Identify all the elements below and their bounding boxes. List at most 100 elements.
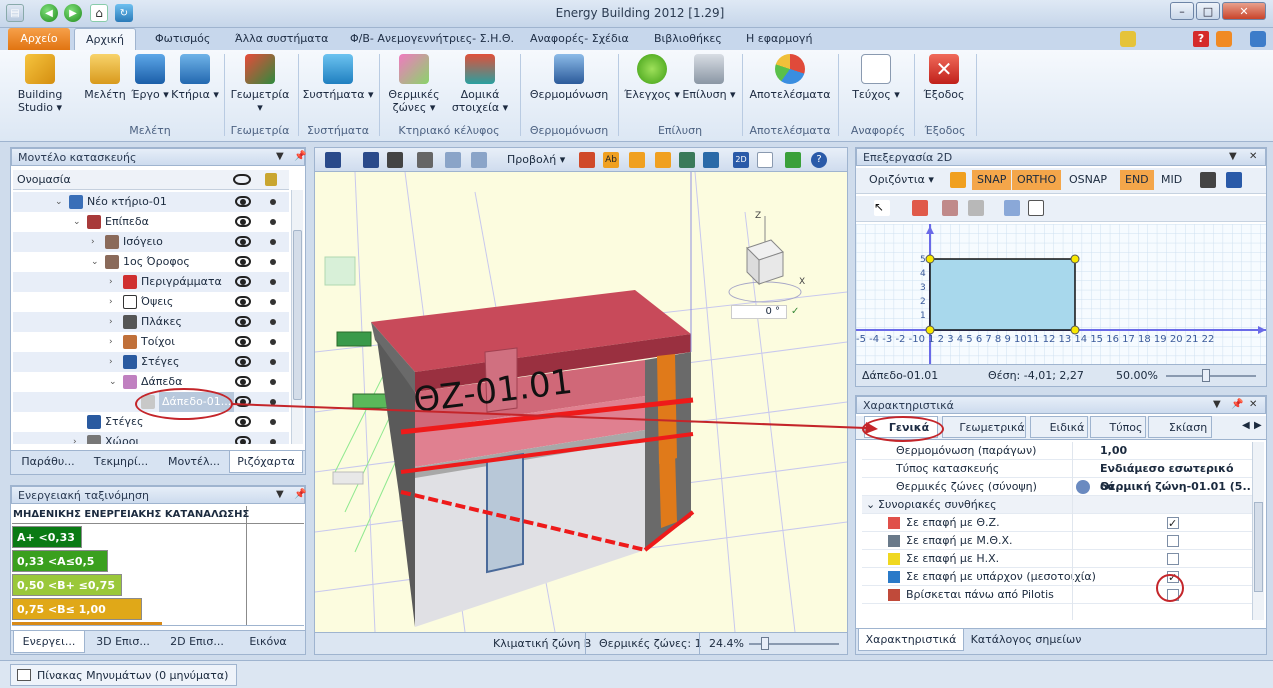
tools-icon[interactable] <box>1120 31 1136 47</box>
tree-row[interactable]: › Ισόγειο <box>13 232 289 252</box>
grid-snap-icon[interactable] <box>950 172 966 188</box>
pin-icon[interactable]: 📌 <box>294 151 306 162</box>
grid-tool-icon[interactable] <box>1028 200 1044 216</box>
eye-icon[interactable] <box>235 336 251 347</box>
save-icon[interactable] <box>325 152 341 168</box>
checkbox-contact-mthx[interactable] <box>1167 535 1179 547</box>
end-button[interactable]: END <box>1120 170 1154 190</box>
tree-row[interactable]: › Πλάκες <box>13 312 289 332</box>
eye-icon[interactable] <box>235 396 251 407</box>
dropdown-icon[interactable]: ▼ <box>1213 399 1221 410</box>
report-button[interactable]: Τεύχος ▾ <box>846 54 906 101</box>
tab-file[interactable]: Αρχείο <box>8 28 70 50</box>
ortho-button[interactable]: ORTHO <box>1012 170 1062 190</box>
checkbox-contact-tz[interactable] <box>1167 515 1179 533</box>
ktiria-button[interactable]: Κτήρια ▾ <box>170 54 220 101</box>
confirm-angle-icon[interactable]: ✓ <box>791 306 799 317</box>
eye-icon[interactable] <box>235 436 251 444</box>
property-row[interactable]: Θερμομόνωση (παράγων) 1,00 <box>862 442 1258 460</box>
eye-icon[interactable] <box>235 236 251 247</box>
tree-row[interactable]: ⌄ Δάπεδα <box>13 372 289 392</box>
layers-toggle-icon[interactable] <box>579 152 595 168</box>
tab-2d-view[interactable]: 2D Επισ... <box>161 631 233 653</box>
labels-icon[interactable]: Ab <box>603 152 619 168</box>
property-row[interactable]: Τύπος κατασκευής Ενδιάμεσο εσωτερικό δά..… <box>862 460 1258 493</box>
property-row[interactable]: Σε επαφή με Μ.Θ.Χ. <box>862 532 1258 550</box>
zoom-slider-thumb[interactable] <box>761 637 769 650</box>
camera-icon[interactable] <box>387 152 403 168</box>
tab-image[interactable]: Εικόνα <box>233 631 303 653</box>
checkbox-contact-hx[interactable] <box>1167 553 1179 565</box>
tab-pv[interactable]: Φ/Β- Ανεμογεννήτριες- Σ.Η.Θ. <box>340 28 524 50</box>
floor-polygon[interactable] <box>929 258 1076 331</box>
close-panel-icon[interactable]: ✕ <box>1249 151 1257 162</box>
tab-tracing-paper[interactable]: Ριζόχαρτα <box>229 451 303 473</box>
tree-row[interactable]: › Χώροι <box>13 432 289 444</box>
forward-icon[interactable]: ▶ <box>64 4 82 22</box>
property-row[interactable]: Σε επαφή με Θ.Ζ. <box>862 514 1258 533</box>
info-icon[interactable] <box>1250 31 1266 47</box>
section-icon[interactable] <box>703 152 719 168</box>
ruler-icon[interactable] <box>1226 172 1242 188</box>
exit-button[interactable]: ✕ Έξοδος <box>918 54 970 101</box>
node-edit-icon[interactable] <box>912 200 928 216</box>
app-menu-icon[interactable]: ▤ <box>6 4 24 22</box>
close-button[interactable]: ✕ <box>1222 2 1266 20</box>
tab-special[interactable]: Ειδικά <box>1030 416 1088 438</box>
refresh-icon[interactable]: ↻ <box>115 4 133 22</box>
close-panel-icon[interactable]: ✕ <box>1249 399 1257 410</box>
property-row[interactable]: Θερμικές ζώνες (σύνοψη) Θερμική ζώνη-01.0… <box>862 478 1258 496</box>
vertex[interactable] <box>925 325 935 335</box>
tab-documents[interactable]: Τεκμηρί... <box>83 451 159 473</box>
undo-icon[interactable] <box>445 152 461 168</box>
user-icon[interactable] <box>1076 480 1090 494</box>
results-button[interactable]: Αποτελέσματα <box>748 54 832 101</box>
tab-libraries[interactable]: Βιβλιοθήκες <box>644 28 732 50</box>
tab-application[interactable]: Η εφαρμογή <box>736 28 822 50</box>
save-as-icon[interactable] <box>363 152 379 168</box>
rss-icon[interactable] <box>1216 31 1232 47</box>
dropdown-icon[interactable]: ▼ <box>1229 151 1237 162</box>
mode-dropdown[interactable]: Οριζόντια ▾ <box>864 170 939 190</box>
check-button[interactable]: Έλεγχος ▾ <box>624 54 680 101</box>
eye-icon[interactable] <box>235 356 251 367</box>
tab-geometric[interactable]: Γεωμετρικά <box>942 416 1026 438</box>
tab-reports[interactable]: Αναφορές- Σχέδια <box>520 28 639 50</box>
tab-point-list[interactable]: Κατάλογος σημείων <box>966 629 1086 651</box>
back-icon[interactable]: ◀ <box>40 4 58 22</box>
tree-row[interactable]: › Τοίχοι <box>13 332 289 352</box>
tab-shading[interactable]: Σκίαση <box>1148 416 1212 438</box>
tab-properties[interactable]: Χαρακτηριστικά <box>858 629 964 651</box>
collapse-icon[interactable]: ⌄ <box>866 496 875 514</box>
geometria-button[interactable]: Γεωμετρία ▾ <box>228 54 292 114</box>
wall-tool-icon[interactable] <box>942 200 958 216</box>
dropdown-icon[interactable]: ▼ <box>276 151 284 162</box>
zone-icon[interactable] <box>655 152 671 168</box>
tree-row[interactable]: › Στέγες <box>13 352 289 372</box>
solve-button[interactable]: Επίλυση ▾ <box>682 54 736 101</box>
view-cube[interactable]: Z X <box>728 211 805 303</box>
pin-icon[interactable]: 📌 <box>1231 399 1243 410</box>
angle-input[interactable]: 0 ° <box>731 305 787 319</box>
eye-icon[interactable] <box>235 376 251 387</box>
tree-row[interactable]: ⌄ Επίπεδα <box>13 212 289 232</box>
2d-canvas[interactable]: -5 -4 -3 -2 -10 1 2 3 4 5 6 7 8 9 1011 1… <box>856 224 1266 364</box>
home-icon[interactable]: ⌂ <box>90 4 108 22</box>
insulation-button[interactable]: Θερμομόνωση <box>526 54 612 101</box>
systimata-button[interactable]: Συστήματα ▾ <box>302 54 374 101</box>
structural-elements-button[interactable]: Δομικά στοιχεία ▾ <box>448 54 512 114</box>
tree-scrollbar[interactable] <box>291 190 303 444</box>
redo-icon[interactable] <box>471 152 487 168</box>
tab-home[interactable]: Αρχική <box>74 28 136 50</box>
minimize-button[interactable]: – <box>1170 2 1194 20</box>
property-row[interactable]: Σε επαφή με υπάρχον (μεσοτοιχία) <box>862 568 1258 587</box>
osnap-button[interactable]: OSNAP <box>1064 170 1112 190</box>
point-tool-icon[interactable] <box>1004 200 1020 216</box>
tab-lighting[interactable]: Φωτισμός <box>145 28 220 50</box>
eye-icon[interactable] <box>235 216 251 227</box>
2d-zoom-thumb[interactable] <box>1202 369 1210 382</box>
eye-icon[interactable] <box>235 256 251 267</box>
print-icon[interactable] <box>417 152 433 168</box>
property-row[interactable]: Σε επαφή με Η.Χ. <box>862 550 1258 568</box>
snap-button[interactable]: SNAP <box>972 170 1012 190</box>
